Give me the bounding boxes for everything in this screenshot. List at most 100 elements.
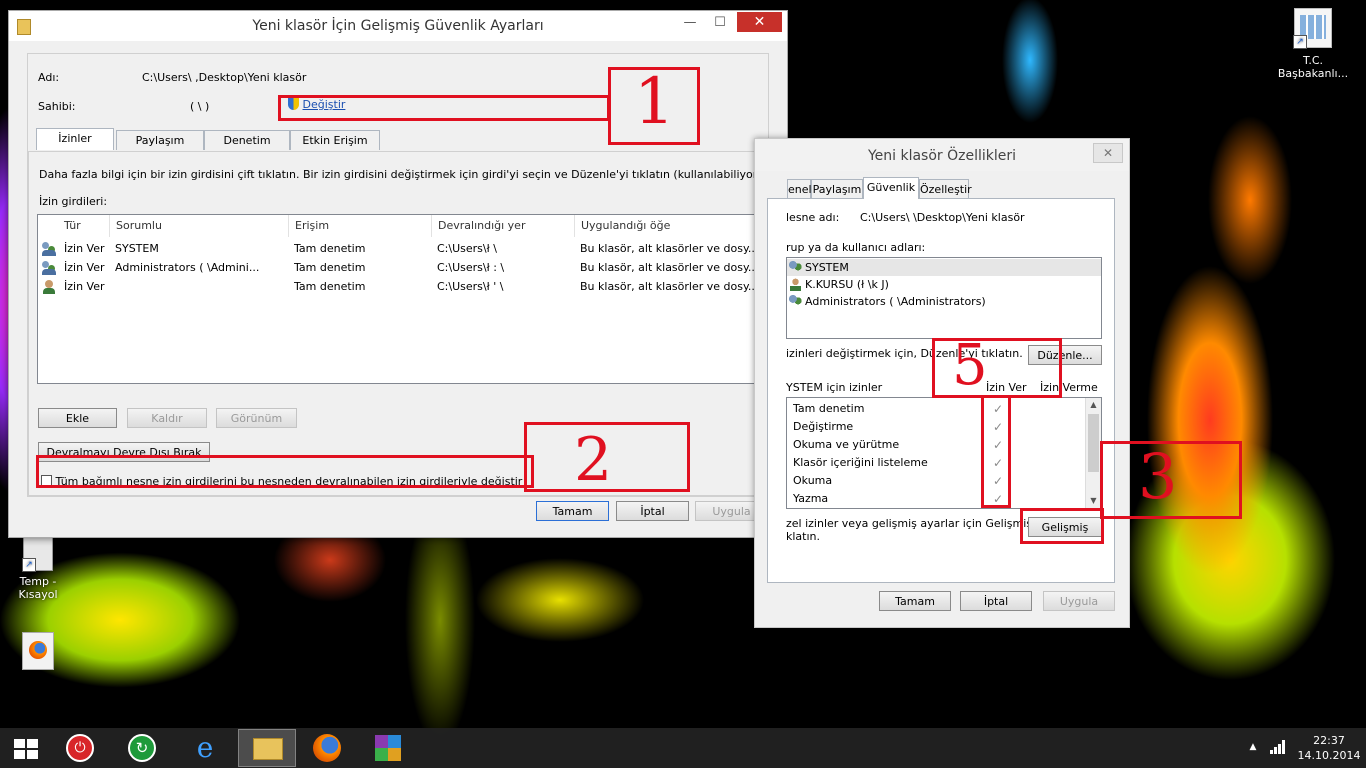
name-label: Adı: (38, 71, 60, 84)
window-title: Yeni klasör Özellikleri (867, 148, 1017, 164)
column-access[interactable]: Erişim (289, 215, 432, 237)
minimize-button[interactable]: — (677, 15, 703, 33)
taskbar-app-internet-explorer[interactable]: e (176, 729, 234, 767)
row-inherited: C:\Users\ł : \ (437, 261, 505, 274)
tab-permissions[interactable]: İzinler (36, 128, 114, 150)
column-applies-to[interactable]: Uygulandığı öğe (575, 215, 756, 237)
show-hidden-icons-button[interactable]: ▲ (1246, 740, 1260, 754)
icon-label: Kısayol (18, 588, 58, 601)
tab-customize[interactable]: Özelleştir (919, 179, 972, 199)
annotation-number-3: 3 (1138, 440, 1178, 513)
taskbar-app-winrar[interactable] (360, 729, 418, 767)
power-icon: ⏻ (66, 734, 94, 762)
user-icon (790, 278, 801, 291)
list-item: Tam denetim ✓ (793, 402, 1004, 416)
user-icon (42, 280, 56, 294)
firefox-file[interactable] (0, 632, 76, 670)
close-icon: ✕ (1102, 146, 1114, 160)
close-button[interactable]: ✕ (737, 12, 782, 32)
maximize-button[interactable]: ☐ (707, 15, 733, 33)
row-applies: Bu klasör, alt klasörler ve dosy... (580, 280, 754, 293)
list-item[interactable]: Administrators ( \Administrators) (787, 293, 1101, 310)
title-bar[interactable]: Yeni klasör Özellikleri ✕ (755, 139, 1129, 171)
close-button[interactable]: ✕ (1093, 143, 1123, 163)
row-type: İzin Ver (64, 280, 105, 293)
advanced-hint-line1: zel izinler veya gelişmiş ayarlar için G… (786, 517, 1039, 530)
tab-auditing[interactable]: Denetim (204, 130, 290, 150)
list-item[interactable]: SYSTEM (787, 259, 1101, 276)
firefox-icon (313, 734, 341, 762)
maximize-icon: ☐ (714, 15, 726, 30)
taskbar-app-refresh[interactable]: ↻ (114, 729, 172, 767)
tab-effective-access[interactable]: Etkin Erişim (290, 130, 380, 150)
minimize-icon: — (683, 15, 697, 30)
annotation-box-advanced-button (1020, 508, 1104, 544)
cancel-button[interactable]: İptal (616, 501, 689, 521)
chevron-up-icon: ▲ (1249, 742, 1257, 752)
taskbar: ⏻ ↻ e ▲ 22:37 14.10.2014 (0, 728, 1366, 768)
table-row[interactable]: İzin Ver Tam denetim C:\Users\ł ' \ Bu k… (38, 277, 756, 296)
permission-entries-list[interactable]: Tür Sorumlu Erişim Devralındığı yer Uygu… (37, 214, 757, 384)
column-principal[interactable]: Sorumlu (110, 215, 289, 237)
archive-icon (375, 735, 401, 761)
refresh-icon: ↻ (128, 734, 156, 762)
folder-icon (253, 738, 283, 760)
list-item: Okuma ✓ (793, 474, 1004, 488)
annotation-box-replace-checkbox (36, 455, 534, 488)
network-icon[interactable] (1270, 740, 1286, 754)
tab-general[interactable]: enel (787, 179, 812, 199)
scroll-down-icon[interactable]: ▼ (1086, 494, 1101, 508)
user-list[interactable]: SYSTEM K.KURSU (ł \k J) Administrators (… (786, 257, 1102, 339)
row-principal: SYSTEM (115, 242, 159, 255)
user-group-icon (789, 261, 802, 274)
start-button[interactable] (0, 729, 58, 767)
taskbar-app-file-explorer[interactable] (238, 729, 296, 767)
owner-value: ( \ ) (190, 100, 210, 113)
table-row[interactable]: İzin Ver SYSTEM Tam denetim C:\Users\ł \… (38, 239, 756, 258)
group-label: rup ya da kullanıcı adları: (786, 241, 926, 254)
annotation-line-allow-column (981, 396, 1011, 508)
remove-button[interactable]: Kaldır (127, 408, 207, 428)
tab-sharing[interactable]: Paylaşım (116, 130, 204, 150)
info-text: Daha fazla bilgi için bir izin girdisini… (39, 168, 778, 181)
add-button[interactable]: Ekle (38, 408, 117, 428)
view-button[interactable]: Görünüm (216, 408, 297, 428)
row-applies: Bu klasör, alt klasörler ve dosy... (580, 261, 754, 274)
scrollbar[interactable]: ▲ ▼ (1085, 398, 1101, 508)
clock[interactable]: 22:37 14.10.2014 (1296, 733, 1362, 763)
tab-security[interactable]: Güvenlik (863, 177, 919, 199)
row-inherited: C:\Users\ł ' \ (437, 280, 504, 293)
taskbar-app-power[interactable]: ⏻ (52, 729, 110, 767)
annotation-number-5: 5 (952, 333, 988, 398)
row-access: Tam denetim (294, 242, 366, 255)
row-access: Tam denetim (294, 261, 366, 274)
tc-basbakanlik-shortcut[interactable]: ↗ T.C. Başbakanlı... (1275, 8, 1351, 80)
column-inherited-from[interactable]: Devralındığı yer (432, 215, 575, 237)
taskbar-app-firefox[interactable] (298, 729, 356, 767)
user-group-icon (42, 261, 56, 275)
ok-button[interactable]: Tamam (536, 501, 609, 521)
column-type[interactable]: Tür (58, 215, 110, 237)
apply-button[interactable]: Uygula (1043, 591, 1115, 611)
ok-button[interactable]: Tamam (879, 591, 951, 611)
permissions-list[interactable]: Tam denetim ✓ Değiştirme ✓ Okuma ve yürütm… (786, 397, 1102, 509)
list-item[interactable]: K.KURSU (ł \k J) (787, 276, 1101, 293)
temp-shortcut[interactable]: ↗ Temp - Kısayol (0, 535, 76, 601)
list-item: Değiştirme ✓ (793, 420, 1004, 434)
user-group-icon (789, 295, 802, 308)
scroll-thumb[interactable] (1088, 414, 1099, 472)
cancel-button[interactable]: İptal (960, 591, 1032, 611)
scroll-up-icon[interactable]: ▲ (1086, 398, 1101, 412)
table-row[interactable]: İzin Ver Administrators ( \Admini... Tam… (38, 258, 756, 277)
row-applies: Bu klasör, alt klasörler ve dosy... (580, 242, 754, 255)
object-name-label: lesne adı: (786, 211, 840, 224)
row-type: İzin Ver (64, 242, 105, 255)
list-item: Yazma ✓ (793, 492, 1004, 506)
row-inherited: C:\Users\ł \ (437, 242, 497, 255)
shortcut-file-icon: ↗ (22, 535, 53, 572)
windows-logo-icon (14, 739, 38, 759)
clock-time: 22:37 (1313, 734, 1345, 747)
title-bar[interactable]: Yeni klasör İçin Gelişmiş Güvenlik Ayarl… (9, 11, 787, 41)
tab-sharing[interactable]: Paylaşım (811, 179, 863, 199)
list-item: Klasör içeriğini listeleme ✓ (793, 456, 1004, 470)
